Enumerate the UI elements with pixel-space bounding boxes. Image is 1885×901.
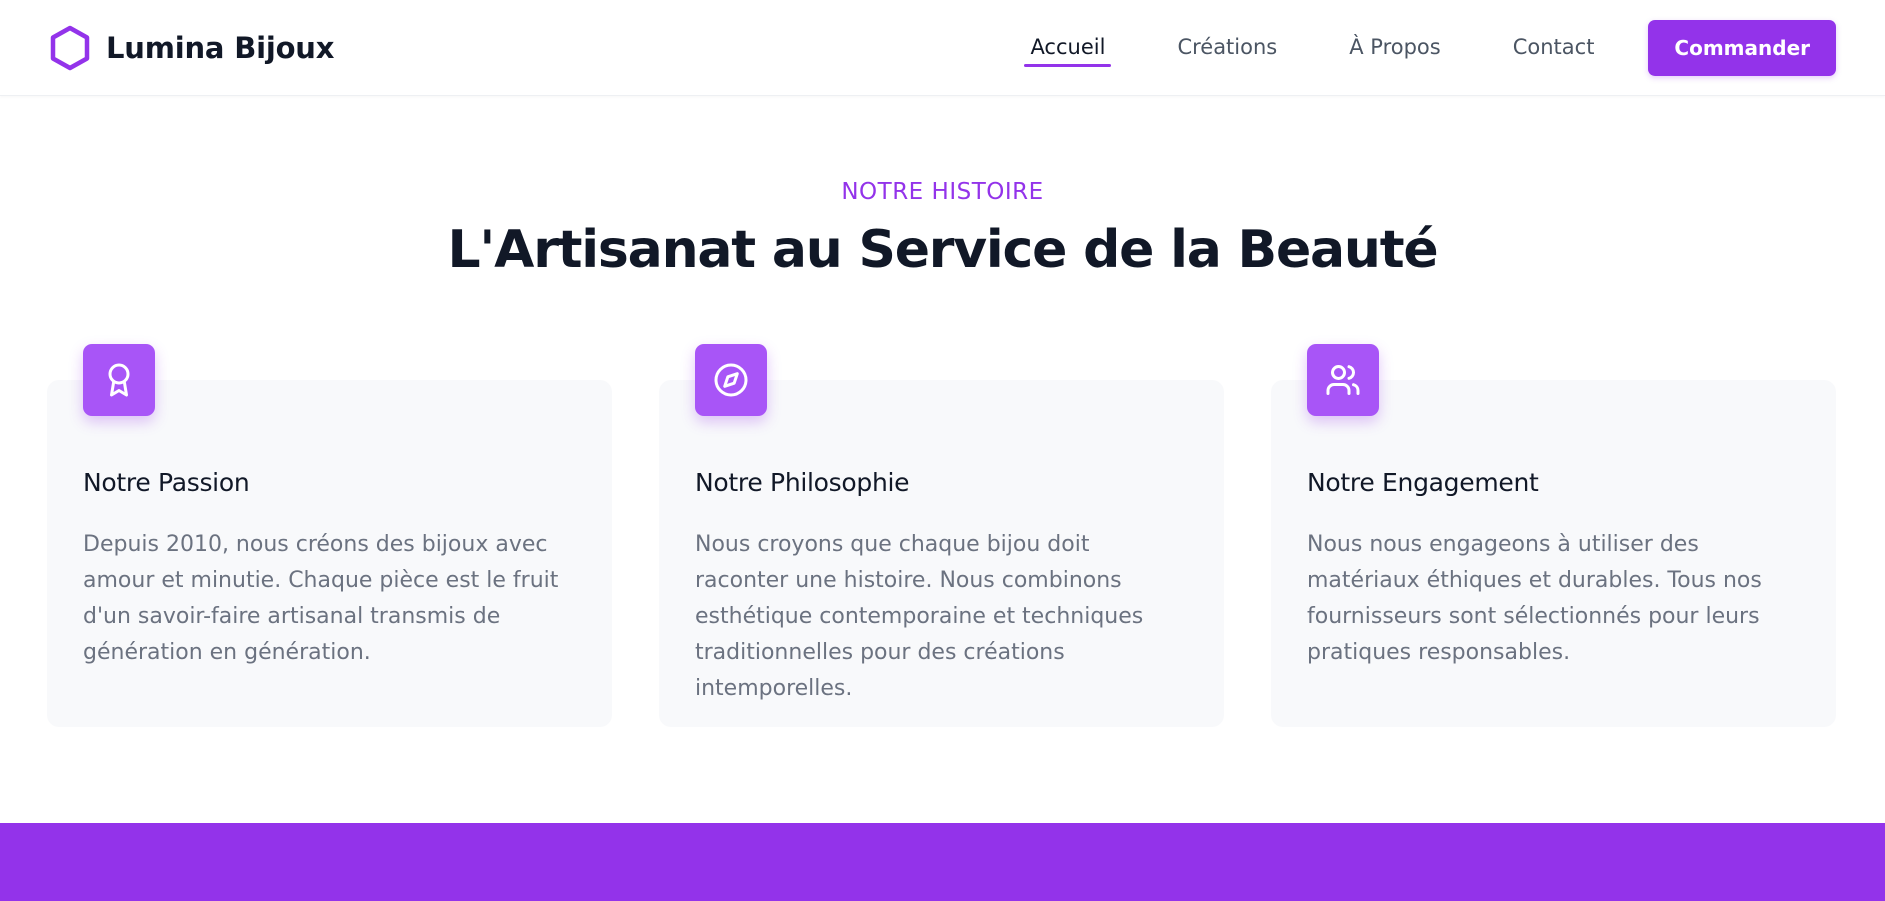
card-text: Nous croyons que chaque bijou doit racon… bbox=[695, 532, 1144, 701]
hexagon-icon bbox=[48, 23, 92, 73]
card-title: Notre Passion bbox=[83, 468, 250, 497]
card-text: Depuis 2010, nous créons des bijoux avec… bbox=[83, 532, 559, 665]
nav-link-creations[interactable]: Créations bbox=[1171, 29, 1283, 67]
award-icon bbox=[83, 344, 155, 416]
next-section-band bbox=[0, 823, 1885, 901]
page: Lumina Bijoux Accueil Créations À Propos… bbox=[0, 0, 1885, 901]
feature-card-passion: Notre Passion Depuis 2010, nous créons d… bbox=[47, 344, 612, 727]
section-title: L'Artisanat au Service de la Beauté bbox=[447, 220, 1439, 280]
brand-logo[interactable]: Lumina Bijoux bbox=[48, 23, 334, 73]
feature-cards: Notre Passion Depuis 2010, nous créons d… bbox=[47, 344, 1836, 727]
compass-icon bbox=[695, 344, 767, 416]
brand-name: Lumina Bijoux bbox=[106, 30, 335, 65]
nav-link-contact[interactable]: Contact bbox=[1507, 29, 1601, 67]
card-title: Notre Philosophie bbox=[695, 468, 910, 497]
feature-card-engagement: Notre Engagement Nous nous engageons à u… bbox=[1271, 344, 1836, 727]
commander-button[interactable]: Commander bbox=[1648, 19, 1836, 76]
nav-link-accueil[interactable]: Accueil bbox=[1024, 29, 1112, 67]
site-header: Lumina Bijoux Accueil Créations À Propos… bbox=[0, 0, 1885, 96]
card-text: Nous nous engageons à utiliser des matér… bbox=[1307, 532, 1762, 665]
card-title: Notre Engagement bbox=[1307, 468, 1539, 497]
users-icon bbox=[1307, 344, 1379, 416]
section-eyebrow: NOTRE HISTOIRE bbox=[841, 179, 1044, 205]
nav-link-a-propos[interactable]: À Propos bbox=[1343, 29, 1446, 67]
main-nav: Accueil Créations À Propos Contact Comma… bbox=[964, 19, 1836, 76]
feature-card-philosophie: Notre Philosophie Nous croyons que chaqu… bbox=[659, 344, 1224, 727]
